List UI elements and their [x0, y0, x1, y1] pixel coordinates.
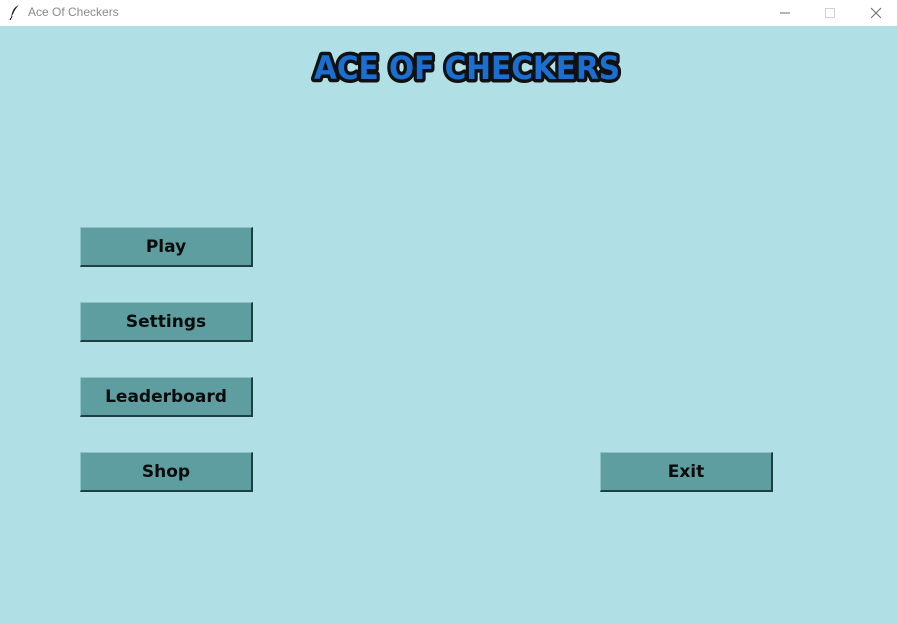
title-bar[interactable]: Ace Of Checkers	[0, 0, 897, 26]
close-button[interactable]	[853, 0, 897, 26]
maximize-button[interactable]	[807, 0, 853, 26]
app-window: Ace Of Checkers ACE OF CHECKERS ACE OF C…	[0, 0, 897, 624]
settings-button[interactable]: Settings	[80, 302, 253, 342]
close-icon	[870, 7, 882, 19]
feather-icon	[9, 4, 20, 20]
minimize-icon	[780, 12, 790, 14]
main-menu: ACE OF CHECKERS ACE OF CHECKERS Play Set…	[0, 26, 897, 624]
play-button[interactable]: Play	[80, 227, 253, 267]
maximize-icon	[825, 8, 835, 18]
game-logo: ACE OF CHECKERS ACE OF CHECKERS	[311, 46, 624, 86]
svg-text:ACE OF CHECKERS: ACE OF CHECKERS	[314, 49, 620, 86]
minimize-button[interactable]	[762, 0, 808, 26]
exit-button[interactable]: Exit	[600, 452, 773, 492]
window-title: Ace Of Checkers	[28, 5, 119, 19]
shop-button[interactable]: Shop	[80, 452, 253, 492]
leaderboard-button[interactable]: Leaderboard	[80, 377, 253, 417]
